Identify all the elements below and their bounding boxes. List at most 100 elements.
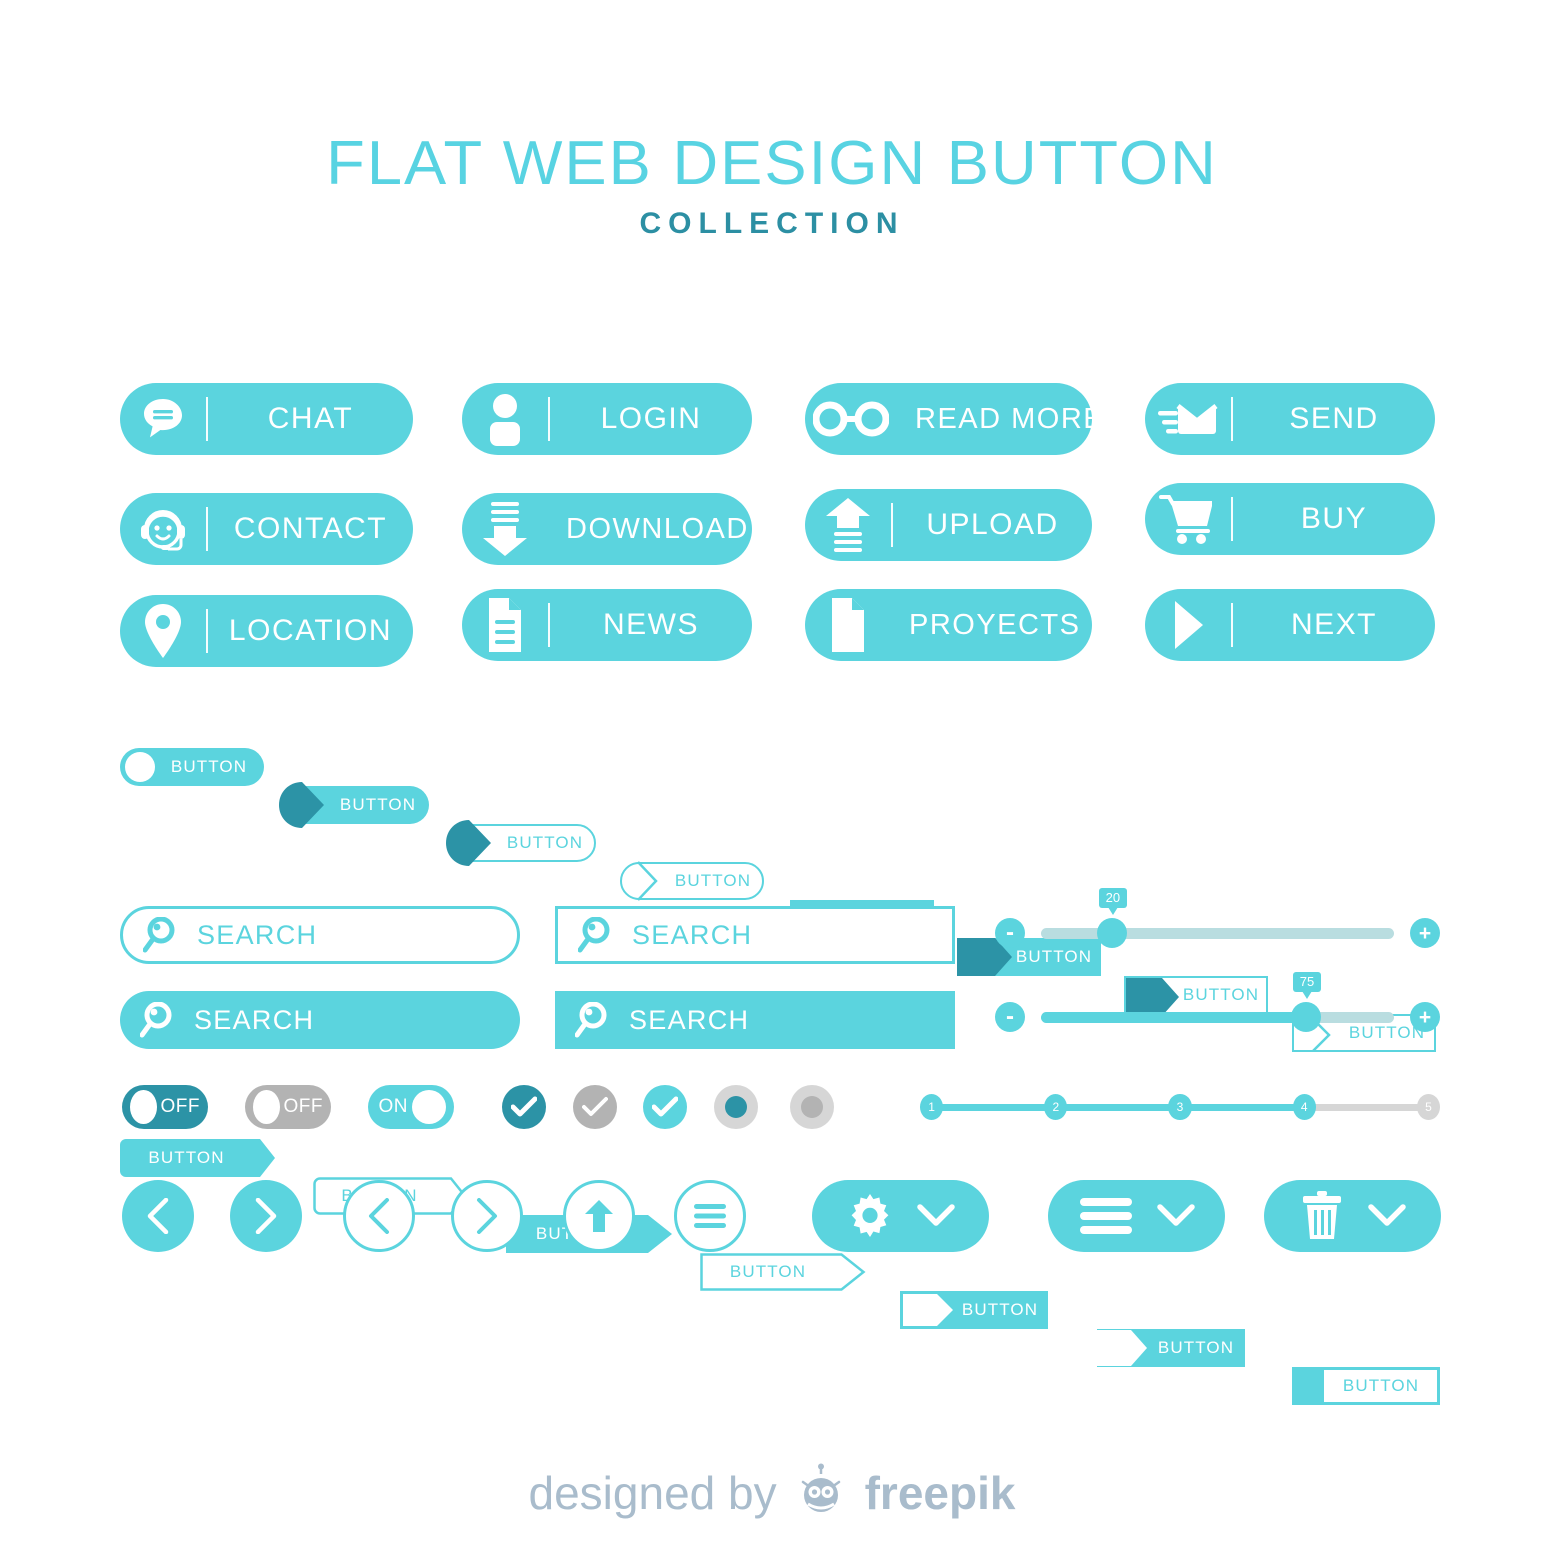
button-variant-tag-solid-rounded[interactable]: BUTTON <box>120 1139 275 1177</box>
footer-designed-by: designed by <box>528 1467 777 1519</box>
toggle-off-gray[interactable]: OFF <box>245 1085 331 1129</box>
step-dot-5[interactable]: 5 <box>1416 1094 1441 1120</box>
slider-plus-button[interactable]: + <box>1410 1002 1440 1032</box>
button-label: BUTTON <box>506 833 584 852</box>
step-dot-4[interactable]: 4 <box>1292 1094 1316 1120</box>
button-login[interactable]: LOGIN <box>462 383 752 455</box>
search-field-solid-square[interactable]: SEARCH <box>555 991 955 1049</box>
round-button-prev-outline[interactable] <box>343 1180 415 1252</box>
button-label: BUTTON <box>674 871 752 890</box>
button-send[interactable]: SEND <box>1145 383 1435 455</box>
chevron-down-icon <box>1156 1204 1195 1226</box>
button-label: UPLOAD <box>926 508 1059 541</box>
hamburger-icon <box>1079 1198 1132 1234</box>
search-field-solid-rounded[interactable]: SEARCH <box>120 991 520 1049</box>
page-subtitle: COLLECTION <box>639 207 905 240</box>
slider-track[interactable]: 20 <box>1041 887 1394 948</box>
round-button-menu[interactable] <box>674 1180 746 1252</box>
chevron-down-icon <box>1367 1204 1406 1226</box>
dropdown-button-settings[interactable] <box>812 1180 989 1252</box>
button-variant-pill-outline-chevron[interactable]: BUTTON <box>620 861 764 901</box>
button-label: BUTTON <box>1015 947 1093 966</box>
page-title-block: FLAT WEB DESIGN BUTTON COLLECTION <box>0 132 1544 246</box>
user-icon <box>462 392 548 446</box>
button-next[interactable]: NEXT <box>1145 589 1435 661</box>
checkbox-checked-cyan[interactable] <box>643 1085 687 1129</box>
slider-knob[interactable] <box>1096 917 1127 948</box>
footer-credit: designed by freepik <box>0 1462 1544 1524</box>
button-variant-pill-solid-circle[interactable]: BUTTON <box>120 748 264 786</box>
button-label: PROYECTS <box>909 608 1081 641</box>
button-label: DOWNLOAD <box>566 512 749 545</box>
button-variant-ribbon-outline-notch[interactable]: BUTTON <box>1097 1329 1245 1367</box>
button-label: LOCATION <box>228 614 393 647</box>
checkbox-checked-teal[interactable] <box>502 1085 546 1129</box>
checkbox-checked-gray[interactable] <box>573 1085 617 1129</box>
button-news[interactable]: NEWS <box>462 589 752 661</box>
button-download[interactable]: DOWNLOAD <box>462 493 752 565</box>
round-button-scroll-top[interactable] <box>563 1180 635 1252</box>
arrow-up-icon <box>585 1200 613 1232</box>
page-title: FLAT WEB DESIGN BUTTON <box>326 129 1218 198</box>
freepik-robot-icon <box>801 1463 840 1512</box>
dropdown-button-delete[interactable] <box>1264 1180 1441 1252</box>
button-label: BUTTON <box>339 795 417 814</box>
radio-selected-teal[interactable] <box>714 1085 758 1129</box>
radio-dot <box>801 1096 823 1118</box>
step-dot-1[interactable]: 1 <box>920 1094 944 1120</box>
search-placeholder: SEARCH <box>197 919 318 950</box>
toggle-on-cyan[interactable]: ON <box>368 1085 454 1129</box>
chevron-left-icon <box>147 1198 169 1234</box>
play-triangle-icon <box>1145 599 1231 651</box>
button-upload[interactable]: UPLOAD <box>805 489 1092 561</box>
slider-20[interactable]: - 20 + <box>995 887 1440 948</box>
step-progress[interactable]: 1 2 3 4 5 <box>920 1085 1441 1129</box>
slider-knob[interactable] <box>1290 1001 1321 1032</box>
button-variant-pill-outline-dark-chevron[interactable]: BUTTON <box>446 820 596 866</box>
slider-value-bubble: 20 <box>1098 887 1128 915</box>
file-page-icon <box>805 596 891 654</box>
button-variant-arrow-outline[interactable]: BUTTON <box>700 1253 866 1291</box>
slider-minus-button[interactable]: - <box>995 1002 1025 1032</box>
round-button-prev-solid[interactable] <box>122 1180 194 1252</box>
round-button-next-outline[interactable] <box>451 1180 523 1252</box>
button-chat[interactable]: CHAT <box>120 383 413 455</box>
button-divider <box>548 603 550 647</box>
slider-track[interactable]: 75 <box>1041 971 1394 1032</box>
step-dot-2[interactable]: 2 <box>1044 1094 1068 1120</box>
step-line-1 <box>941 1103 1047 1111</box>
button-collection-page: FLAT WEB DESIGN BUTTON COLLECTION CHAT L… <box>0 0 1544 1568</box>
search-field-outline-square[interactable]: SEARCH <box>555 906 955 964</box>
radio-selected-gray[interactable] <box>790 1085 834 1129</box>
toggle-label: OFF <box>283 1096 323 1117</box>
slider-minus-button[interactable]: - <box>995 918 1025 948</box>
envelope-send-icon <box>1145 395 1231 443</box>
slider-75[interactable]: - 75 + <box>995 971 1440 1032</box>
step-line-4 <box>1313 1103 1419 1111</box>
chevron-right-icon <box>477 1198 497 1234</box>
button-read-more[interactable]: READ MORE <box>805 383 1103 455</box>
button-label: CHAT <box>267 402 354 435</box>
slider-plus-button[interactable]: + <box>1410 918 1440 948</box>
toggle-off-teal[interactable]: OFF <box>122 1085 208 1129</box>
button-contact[interactable]: CONTACT <box>120 493 413 565</box>
step-line-3 <box>1189 1103 1295 1111</box>
button-label: BUTTON <box>148 1148 225 1167</box>
button-label: BUTTON <box>961 1300 1039 1319</box>
button-location[interactable]: LOCATION <box>120 595 413 667</box>
map-pin-icon <box>120 602 206 660</box>
check-icon <box>582 1097 608 1116</box>
button-variant-pill-solid-dark-chevron[interactable]: BUTTON <box>279 782 429 828</box>
button-variant-split-block[interactable]: BUTTON <box>1292 1367 1440 1405</box>
button-label: SEND <box>1289 402 1379 435</box>
button-label: BUTTON <box>729 1262 807 1281</box>
dropdown-button-menu[interactable] <box>1048 1180 1225 1252</box>
button-proyects[interactable]: PROYECTS <box>805 589 1092 661</box>
button-divider <box>206 609 208 653</box>
search-field-outline-rounded[interactable]: SEARCH <box>120 906 520 964</box>
button-variant-ribbon-solid-notch[interactable]: BUTTON <box>900 1291 1048 1329</box>
step-dot-3[interactable]: 3 <box>1168 1094 1192 1120</box>
button-buy[interactable]: BUY <box>1145 483 1435 555</box>
round-button-next-solid[interactable] <box>230 1180 302 1252</box>
radio-dot <box>725 1096 747 1118</box>
